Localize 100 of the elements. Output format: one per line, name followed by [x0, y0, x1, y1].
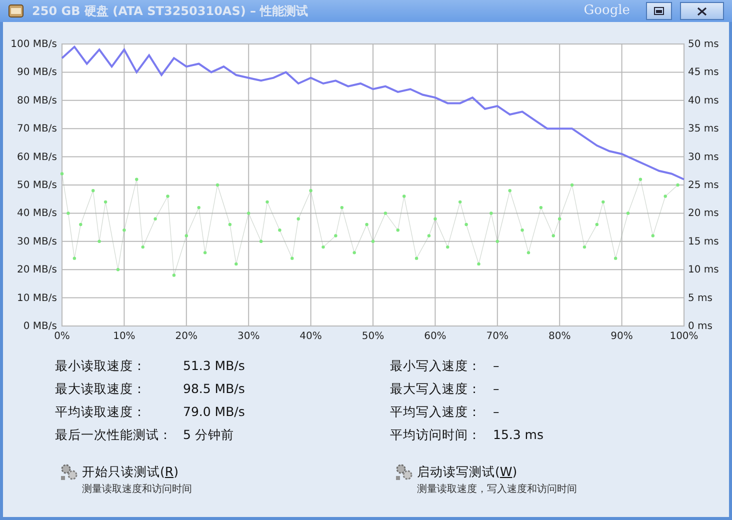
stat-label: 平均读取速度： — [55, 403, 147, 420]
axis-label: 70 MB/s — [17, 124, 57, 135]
data-point — [334, 234, 338, 238]
data-point — [396, 228, 400, 232]
data-point — [508, 189, 512, 192]
window-title: 250 GB 硬盘 (ATA ST3250310AS) – 性能测试 — [32, 3, 308, 20]
benchmark-button[interactable]: 开始只读测试(R) 测量读取速度和访问时间 — [60, 463, 192, 497]
axis-label: 5 ms — [688, 292, 712, 304]
data-point — [371, 240, 375, 243]
data-point — [322, 245, 325, 249]
data-point — [79, 222, 82, 226]
axis-label: 100 MB/s — [10, 39, 57, 50]
axis-label: 10 ms — [688, 264, 719, 276]
data-point — [365, 222, 368, 226]
data-point — [92, 189, 95, 192]
axis-label: 45 ms — [688, 67, 719, 78]
axis-label: 70% — [486, 331, 509, 342]
data-point — [203, 251, 207, 254]
axis-label: 50% — [362, 331, 384, 342]
axis-label: 40 MB/s — [17, 208, 57, 220]
axis-label: 10 MB/s — [17, 292, 57, 304]
close-button[interactable] — [680, 2, 724, 20]
data-point — [552, 234, 555, 238]
data-point — [197, 206, 200, 210]
data-point — [122, 228, 126, 232]
data-point — [434, 217, 437, 220]
data-point — [66, 212, 70, 215]
stat-value: – — [493, 357, 500, 374]
data-point — [464, 222, 468, 226]
axis-label: 50 ms — [688, 39, 719, 50]
data-point — [664, 194, 667, 198]
axis-label: 20% — [175, 331, 198, 342]
close-icon — [697, 6, 707, 16]
data-point — [135, 178, 138, 181]
axis-label: 10% — [113, 331, 136, 342]
axis-label: 30 ms — [688, 152, 719, 163]
benchmark-button[interactable]: 启动读写测试(W) 测量读取速度，写入速度和访问时间 — [395, 463, 577, 497]
stat-value: 98.5 MB/s — [183, 380, 246, 397]
data-point — [141, 245, 144, 249]
axis-label: 60 MB/s — [17, 152, 57, 163]
data-point — [614, 256, 618, 260]
stat-label: 最小读取速度： — [55, 357, 147, 374]
restore-icon — [654, 7, 664, 15]
data-point — [446, 245, 450, 249]
data-point — [384, 212, 388, 215]
stat-value: 15.3 ms — [493, 426, 544, 443]
data-point — [539, 206, 543, 210]
data-point — [602, 200, 605, 204]
data-point — [638, 178, 642, 181]
data-point — [296, 217, 300, 220]
stat-value: 5 分钟前 — [183, 426, 235, 443]
gears-icon — [60, 463, 78, 481]
data-point — [526, 251, 530, 254]
data-point — [570, 183, 574, 187]
data-point — [247, 212, 250, 215]
axis-label: 80 MB/s — [17, 95, 57, 106]
axis-label: 15 ms — [688, 236, 719, 248]
axis-label: 35 ms — [688, 124, 719, 135]
data-point — [216, 183, 220, 187]
stat-value: 79.0 MB/s — [183, 403, 246, 420]
data-point — [172, 274, 176, 277]
data-point — [458, 200, 462, 204]
data-point — [309, 189, 312, 192]
restore-button[interactable] — [646, 2, 672, 20]
data-point — [104, 200, 108, 204]
stat-value: – — [493, 403, 500, 420]
axis-label: 25 ms — [688, 180, 719, 191]
stat-value: 51.3 MB/s — [183, 357, 246, 374]
gears-icon — [395, 463, 413, 481]
data-point — [595, 222, 599, 226]
brand-label: Google — [584, 2, 630, 20]
data-point — [290, 256, 294, 260]
axis-label: 60% — [424, 331, 446, 342]
axis-label: 90 MB/s — [17, 67, 57, 78]
data-point — [626, 212, 630, 215]
data-point — [340, 206, 344, 210]
stat-label: 平均写入速度： — [390, 403, 482, 420]
axis-label: 100% — [670, 331, 698, 342]
axis-label: 80% — [548, 331, 571, 342]
axis-label: 0 MB/s — [23, 321, 57, 332]
stat-label: 最后一次性能测试： — [55, 426, 173, 443]
data-point — [558, 217, 562, 220]
axis-label: 50 MB/s — [17, 180, 57, 191]
axis-label: 0% — [54, 331, 70, 342]
data-point — [496, 240, 499, 243]
data-point — [72, 256, 76, 260]
data-point — [116, 268, 120, 272]
axis-label: 20 ms — [688, 208, 719, 220]
stat-label: 最大读取速度： — [55, 380, 147, 397]
data-point — [228, 222, 232, 226]
data-point — [259, 240, 263, 243]
data-point — [477, 262, 480, 266]
data-point — [651, 234, 654, 238]
stat-label: 最小写入速度： — [390, 357, 482, 374]
data-point — [414, 256, 418, 260]
data-point — [184, 234, 188, 238]
stat-value: – — [493, 380, 500, 397]
data-point — [60, 172, 64, 176]
data-point — [402, 194, 406, 198]
axis-label: 40 ms — [688, 95, 719, 106]
